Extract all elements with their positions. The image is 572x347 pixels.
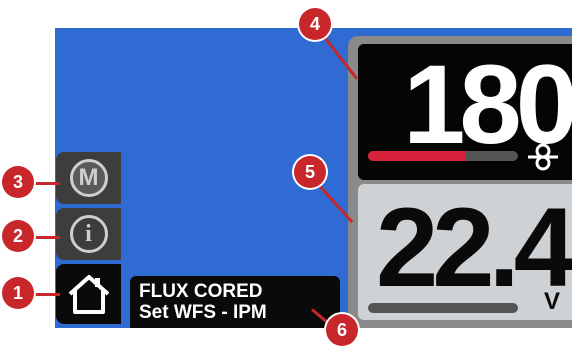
callout-5: 5 [294, 156, 326, 188]
set-prompt: Set WFS - IPM [139, 302, 267, 323]
voltage-bar [368, 303, 518, 313]
voltage-unit: V [544, 288, 561, 315]
info-button[interactable]: i [56, 208, 121, 260]
memory-button[interactable]: M [56, 152, 121, 204]
callout-2: 2 [2, 220, 34, 252]
info-icon: i [69, 215, 108, 253]
voltage-value: 22.4 [376, 185, 572, 310]
callout-3-leader [30, 182, 60, 185]
voltage-display[interactable]: 22.4 V [358, 184, 572, 320]
callout-3: 3 [2, 166, 34, 198]
callout-6: 6 [326, 314, 358, 346]
callout-1-leader [30, 293, 60, 296]
memory-icon: M [69, 159, 108, 197]
callout-2-leader [30, 236, 60, 239]
wire-feed-icon [528, 143, 558, 171]
wfs-bar [368, 151, 518, 161]
home-icon [68, 275, 109, 314]
home-button[interactable] [56, 264, 121, 324]
process-name: FLUX CORED [139, 281, 263, 302]
callout-4: 4 [299, 8, 331, 40]
callout-1: 1 [2, 277, 34, 309]
wfs-bar-fill [368, 151, 466, 161]
wire-feed-speed-display[interactable]: 180 [358, 42, 572, 180]
process-status-box: FLUX CORED Set WFS - IPM [130, 276, 340, 328]
